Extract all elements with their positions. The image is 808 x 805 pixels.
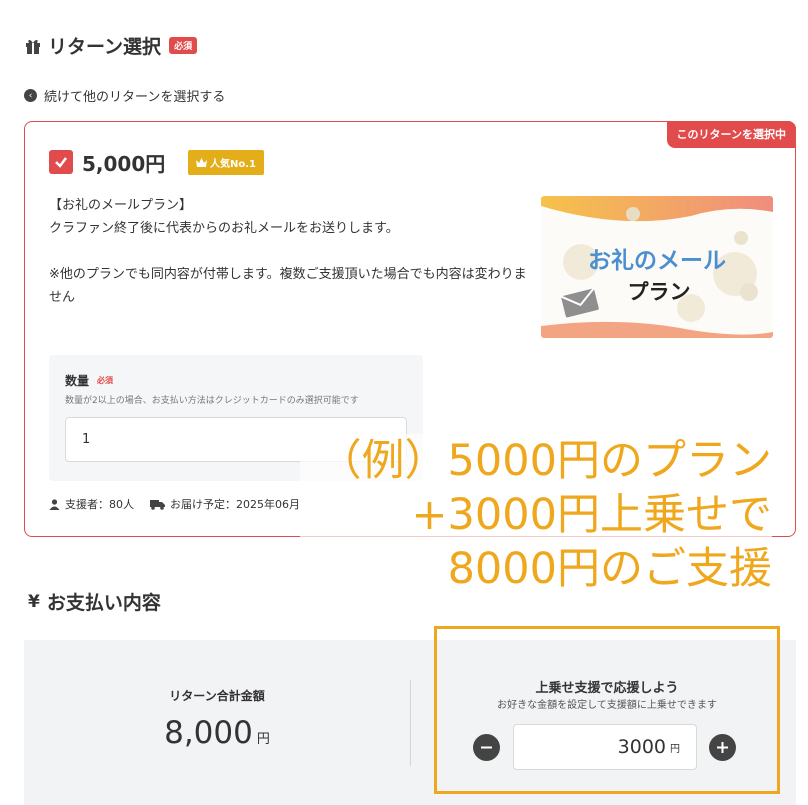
quantity-label-text: 数量 xyxy=(65,374,90,388)
popular-badge-label: 人気No.1 xyxy=(210,159,256,170)
person-icon xyxy=(49,498,60,510)
return-section-title: リターン選択 必須 xyxy=(24,32,198,59)
total-amount: 8,000 円 xyxy=(24,715,410,751)
reward-price: 5,000円 xyxy=(82,152,166,176)
payment-title-text: お支払い内容 xyxy=(46,592,161,614)
popular-badge: 人気No.1 xyxy=(188,150,264,175)
quantity-required-badge: 必須 xyxy=(97,376,114,385)
image-title-line1: お礼のメール xyxy=(588,247,726,274)
chevron-left-icon: ‹ xyxy=(24,89,37,102)
quantity-note: 数量が2以上の場合、お支払い方法はクレジットカードのみ選択可能です xyxy=(65,396,359,406)
total-amount-value: 8,000 xyxy=(164,715,253,751)
reward-image: お礼のメール プラン xyxy=(541,196,773,338)
back-link-label: 続けて他のリターンを選択する xyxy=(44,90,226,105)
extra-support-title: 上乗せ支援で応援しよう xyxy=(535,681,679,696)
truck-icon xyxy=(150,499,165,510)
total-amount-unit: 円 xyxy=(256,732,270,747)
yen-icon: ¥ xyxy=(28,591,40,612)
increase-amount-button[interactable] xyxy=(709,734,736,761)
annotation-line: +3000円上乗せで xyxy=(411,490,772,540)
extra-amount-input[interactable]: 3000 円 xyxy=(513,724,697,770)
total-label: リターン合計金額 xyxy=(169,689,265,703)
decrease-amount-button[interactable] xyxy=(473,734,500,761)
quantity-value: 1 xyxy=(82,432,91,447)
image-title-line2: プラン xyxy=(628,280,691,304)
minus-icon xyxy=(481,746,492,749)
annotation-line: （例）5000円のプラン xyxy=(318,436,772,486)
section-title-text: リターン選択 xyxy=(48,36,162,58)
reward-description: 【お礼のメールプラン】 クラファン終了後に代表からのお礼メールをお送りします。 … xyxy=(49,194,539,309)
crown-icon xyxy=(196,158,207,167)
quantity-label: 数量 必須 xyxy=(65,372,113,389)
supporters-count: 支援者：80人 xyxy=(65,498,134,511)
payment-section-title: ¥ お支払い内容 xyxy=(28,588,161,615)
description-line: クラファン終了後に代表からのお礼メールをお送りします。 xyxy=(49,221,399,236)
delivery-date: お届け予定：2025年06月 xyxy=(170,498,300,511)
check-icon xyxy=(55,157,67,168)
panel-divider xyxy=(410,680,411,766)
reward-checkbox[interactable] xyxy=(49,150,73,174)
reward-meta: 支援者：80人 お届け予定：2025年06月 xyxy=(49,496,300,512)
annotation-line: 8000円のご支援 xyxy=(447,544,772,594)
extra-amount-value: 3000 xyxy=(617,736,666,758)
description-line: ※他のプランでも同内容が付帯します。複数ご支援頂いた場合でも内容は変わりません xyxy=(49,267,527,305)
description-line xyxy=(49,240,539,263)
example-annotation: （例）5000円のプラン +3000円上乗せで 8000円のご支援 xyxy=(300,434,772,596)
extra-amount-unit: 円 xyxy=(670,743,680,755)
required-badge: 必須 xyxy=(169,37,198,54)
description-line: 【お礼のメールプラン】 xyxy=(49,198,193,213)
selected-flag: このリターンを選択中 xyxy=(666,121,796,148)
back-to-returns-link[interactable]: ‹ 続けて他のリターンを選択する xyxy=(24,86,225,105)
extra-support-subtitle: お好きな金額を設定して支援額に上乗せできます xyxy=(497,700,717,711)
gift-icon xyxy=(24,37,42,55)
plus-icon xyxy=(717,742,728,753)
